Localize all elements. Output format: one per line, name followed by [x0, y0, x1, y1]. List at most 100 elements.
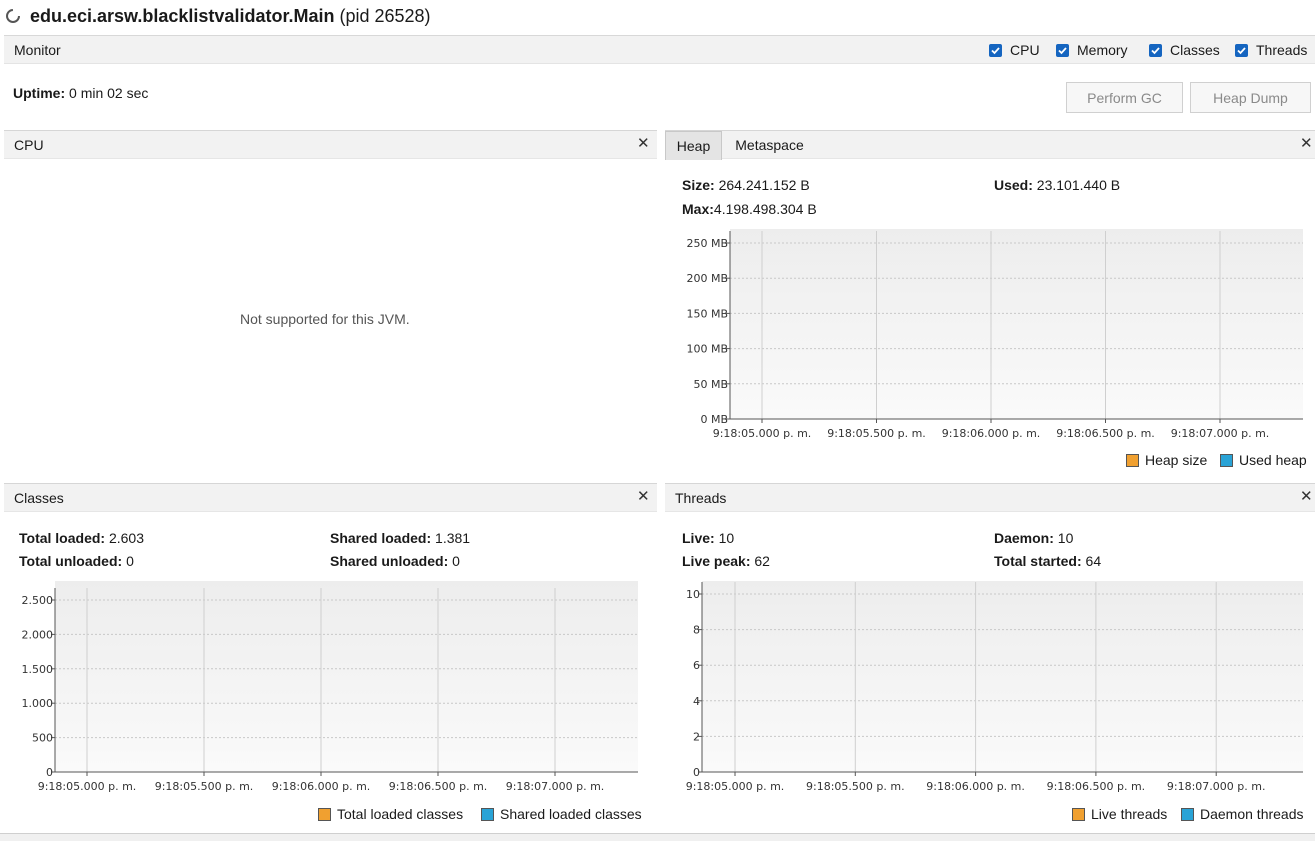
heap-legend-size: Heap size — [1126, 452, 1207, 468]
legend-label: Daemon threads — [1200, 806, 1304, 822]
y-tick-label: 0 — [693, 766, 700, 779]
x-tick-label: 9:18:06.500 p. m. — [1047, 780, 1146, 793]
window-titlebar: edu.eci.arsw.blacklistvalidator.Main (pi… — [0, 0, 1315, 34]
y-tick-label: 2 — [693, 730, 700, 743]
daemon-threads-stat: Daemon: 10 — [994, 530, 1074, 546]
cpu-checkbox[interactable]: CPU — [989, 42, 1040, 58]
x-tick-label: 9:18:07.000 p. m. — [1167, 780, 1266, 793]
threads-panel-title: Threads — [675, 490, 727, 506]
shared-loaded-stat: Shared loaded: 1.381 — [330, 530, 471, 546]
classes-chart: 0 500 1.000 1.500 2.000 2.500 9:18:05.000 p. m… — [22, 588, 638, 793]
y-tick-label: 4 — [693, 695, 700, 708]
y-tick-label: 150 MB — [686, 307, 728, 320]
x-tick-label: 9:18:06.000 p. m. — [926, 780, 1025, 793]
x-tick-label: 9:18:06.500 p. m. — [389, 780, 488, 793]
x-tick-label: 9:18:05.000 p. m. — [713, 427, 812, 440]
x-tick-label: 9:18:05.000 p. m. — [38, 780, 137, 793]
classes-checkbox[interactable]: Classes — [1149, 42, 1220, 58]
memory-checkbox-label: Memory — [1077, 42, 1128, 58]
monitor-label: Monitor — [14, 42, 61, 58]
heap-chart: 0 MB 50 MB 100 MB 150 MB 200 MB 250 MB 9:18:05… — [686, 231, 1303, 440]
x-tick-label: 9:18:05.500 p. m. — [827, 427, 926, 440]
y-tick-label: 0 — [46, 766, 53, 779]
y-tick-label: 50 MB — [693, 378, 728, 391]
close-icon[interactable]: ✕ — [1300, 136, 1313, 152]
bottom-divider — [0, 833, 1315, 841]
cpu-checkbox-label: CPU — [1010, 42, 1040, 58]
threads-legend-live: Live threads — [1072, 806, 1167, 822]
y-tick-label: 2.000 — [22, 628, 54, 641]
total-started-stat: Total started: 64 — [994, 553, 1102, 569]
total-loaded-stat: Total loaded: 2.603 — [19, 530, 145, 546]
threads-panel-header: Threads ✕ — [665, 483, 1315, 512]
legend-label: Total loaded classes — [337, 806, 464, 822]
threads-legend-daemon: Daemon threads — [1181, 806, 1304, 822]
legend-label: Used heap — [1239, 452, 1307, 468]
memory-checkbox[interactable]: Memory — [1056, 42, 1128, 58]
close-icon[interactable]: ✕ — [1300, 489, 1313, 505]
orange-swatch-icon — [1072, 807, 1085, 821]
tab-metaspace[interactable]: Metaspace — [727, 131, 812, 160]
legend-label: Shared loaded classes — [500, 806, 642, 822]
checkbox-checked-icon — [1235, 43, 1248, 57]
heap-legend-used: Used heap — [1220, 452, 1307, 468]
classes-panel-header: Classes ✕ — [4, 483, 657, 512]
cpu-panel-title: CPU — [14, 137, 44, 153]
loading-spinner-icon — [6, 9, 20, 23]
y-tick-label: 100 MB — [686, 343, 728, 356]
orange-swatch-icon — [318, 807, 331, 821]
threads-checkbox[interactable]: Threads — [1235, 42, 1307, 58]
x-tick-label: 9:18:05.500 p. m. — [806, 780, 905, 793]
blue-swatch-icon — [481, 807, 494, 821]
orange-swatch-icon — [1126, 453, 1139, 467]
heap-size-stat: Size: 264.241.152 B — [682, 177, 810, 193]
blue-swatch-icon — [1181, 807, 1194, 821]
y-tick-label: 1.500 — [22, 663, 54, 676]
blue-swatch-icon — [1220, 453, 1233, 467]
close-icon[interactable]: ✕ — [637, 136, 650, 152]
classes-legend-total: Total loaded classes — [318, 806, 463, 822]
shared-unloaded-stat: Shared unloaded: 0 — [330, 553, 460, 569]
x-tick-label: 9:18:05.000 p. m. — [686, 780, 785, 793]
threads-checkbox-label: Threads — [1256, 42, 1308, 58]
window-title: edu.eci.arsw.blacklistvalidator.Main (pi… — [30, 6, 431, 26]
heap-max-stat: Max:4.198.498.304 B — [682, 201, 817, 217]
uptime: Uptime: 0 min 02 sec — [13, 85, 149, 101]
x-tick-label: 9:18:06.000 p. m. — [942, 427, 1041, 440]
perform-gc-button[interactable]: Perform GC — [1066, 82, 1183, 113]
y-tick-label: 500 — [32, 732, 53, 745]
x-tick-label: 9:18:07.000 p. m. — [506, 780, 605, 793]
y-tick-label: 200 MB — [686, 272, 728, 285]
y-tick-label: 1.000 — [22, 697, 54, 710]
monitor-header: Monitor CPU Memory Classes Threads — [4, 35, 1315, 64]
x-tick-label: 9:18:06.500 p. m. — [1056, 427, 1155, 440]
total-unloaded-stat: Total unloaded: 0 — [19, 553, 134, 569]
checkbox-checked-icon — [1056, 43, 1069, 57]
heap-used-stat: Used: 23.101.440 B — [994, 177, 1121, 193]
x-tick-label: 9:18:06.000 p. m. — [272, 780, 371, 793]
x-tick-label: 9:18:05.500 p. m. — [155, 780, 254, 793]
legend-label: Heap size — [1145, 452, 1208, 468]
y-tick-label: 0 MB — [700, 413, 728, 426]
live-threads-stat: Live: 10 — [682, 530, 735, 546]
tab-heap[interactable]: Heap — [665, 131, 722, 160]
y-tick-label: 8 — [693, 624, 700, 637]
classes-checkbox-label: Classes — [1170, 42, 1220, 58]
threads-chart: 0 2 4 6 8 10 9:18:05.000 p. m. 9:18:05.500 p. m… — [686, 582, 1303, 793]
checkbox-checked-icon — [989, 43, 1002, 57]
legend-label: Live threads — [1091, 806, 1168, 822]
close-icon[interactable]: ✕ — [637, 489, 650, 505]
live-peak-stat: Live peak: 62 — [682, 553, 770, 569]
classes-panel-title: Classes — [14, 490, 64, 506]
y-tick-label: 2.500 — [22, 594, 54, 607]
cpu-panel-header: CPU ✕ — [4, 130, 657, 159]
cpu-not-supported-message: Not supported for this JVM. — [240, 311, 410, 327]
y-tick-label: 10 — [686, 588, 700, 601]
heap-dump-button[interactable]: Heap Dump — [1190, 82, 1311, 113]
y-tick-label: 250 MB — [686, 237, 728, 250]
classes-legend-shared: Shared loaded classes — [481, 806, 642, 822]
y-tick-label: 6 — [693, 659, 700, 672]
checkbox-checked-icon — [1149, 43, 1162, 57]
memory-panel-header: Heap Metaspace ✕ — [665, 130, 1315, 160]
x-tick-label: 9:18:07.000 p. m. — [1171, 427, 1270, 440]
